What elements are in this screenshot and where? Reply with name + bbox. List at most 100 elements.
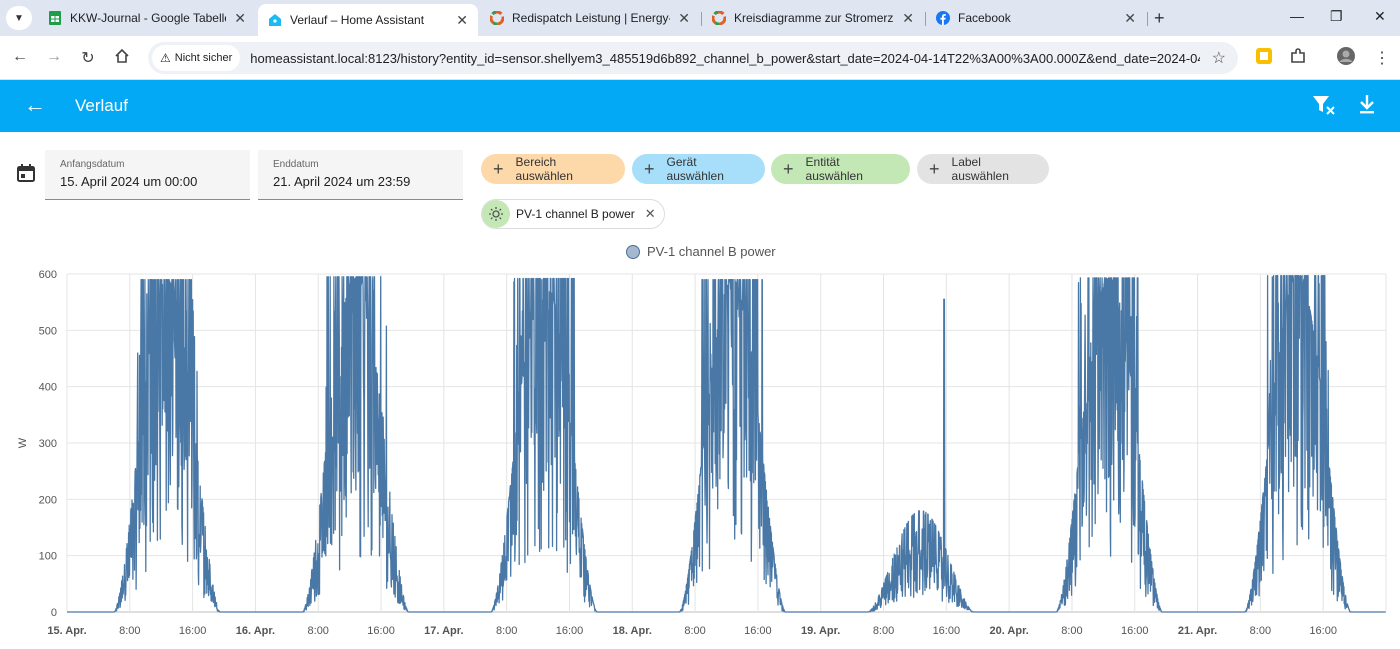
clear-filter-button[interactable] — [1312, 94, 1336, 122]
close-icon[interactable]: ✕ — [902, 10, 914, 27]
remove-entity-icon[interactable]: ✕ — [645, 206, 656, 222]
tab-title: Facebook — [958, 11, 1011, 25]
y-tick-label: 200 — [39, 494, 57, 506]
select-device-chip[interactable]: + Gerät auswählen — [632, 154, 765, 184]
back-button[interactable]: ← — [10, 48, 30, 66]
x-tick-label: 18. Apr. — [613, 625, 652, 637]
close-icon[interactable]: ✕ — [234, 10, 246, 27]
minimize-button[interactable]: — — [1290, 8, 1304, 24]
url-text[interactable]: homeassistant.local:8123/history?entity_… — [250, 51, 1200, 66]
energy-charts-icon — [490, 11, 504, 25]
x-tick-label: 16:00 — [933, 625, 961, 637]
download-button[interactable] — [1358, 94, 1376, 120]
chart-legend[interactable]: PV-1 channel B power — [626, 244, 776, 259]
chip-label: Gerät auswählen — [666, 155, 724, 183]
arrow-right-icon: → — [46, 48, 62, 65]
x-tick-label: 16. Apr. — [236, 625, 275, 637]
arrow-left-icon: ← — [24, 92, 46, 117]
kebab-menu-icon: ⋮ — [1374, 50, 1390, 67]
x-tick-label: 16:00 — [1121, 625, 1149, 637]
calendar-icon[interactable] — [16, 163, 36, 183]
tab-title: Kreisdiagramme zur Stromerz — [734, 11, 894, 25]
x-tick-label: 21. Apr. — [1178, 625, 1217, 637]
select-entity-chip[interactable]: + Entität auswählen — [771, 154, 910, 184]
energy-charts-icon — [712, 11, 726, 25]
download-icon — [1360, 95, 1374, 114]
selected-entity-name: PV-1 channel B power — [516, 207, 635, 221]
maximize-icon: ❐ — [1330, 8, 1343, 24]
close-icon: ✕ — [1374, 8, 1386, 24]
y-tick-label: 300 — [39, 438, 57, 450]
legend-label: PV-1 channel B power — [647, 244, 776, 259]
series-line-pv-1-channel-b-power — [66, 275, 1387, 613]
forward-button[interactable]: → — [44, 48, 64, 66]
browser-tab-4[interactable]: Facebook ✕ — [926, 4, 1146, 32]
plus-icon: + — [1154, 8, 1165, 28]
start-date-value: 15. April 2024 um 00:00 — [60, 174, 198, 189]
browser-tab-strip: ▼ KKW-Journal - Google Tabelle ✕ Verlauf… — [0, 0, 1400, 36]
x-tick-label: 8:00 — [308, 625, 329, 637]
select-label-chip[interactable]: + Label auswählen — [917, 154, 1049, 184]
plus-icon: + — [783, 158, 794, 179]
chip-label: Label auswählen — [951, 155, 1009, 183]
bookmark-star-icon[interactable]: ☆ — [1212, 48, 1226, 68]
reload-button[interactable]: ↻ — [78, 48, 98, 68]
plus-icon: + — [493, 158, 504, 179]
page-title: Verlauf — [75, 96, 128, 115]
y-tick-label: 400 — [39, 382, 57, 394]
tab-search-button[interactable]: ▼ — [6, 6, 32, 30]
back-arrow-button[interactable]: ← — [24, 92, 46, 118]
x-tick-label: 19. Apr. — [801, 625, 840, 637]
x-tick-label: 16:00 — [1309, 625, 1337, 637]
y-tick-label: 500 — [39, 325, 57, 337]
profile-avatar[interactable] — [1336, 46, 1356, 66]
end-date-value: 21. April 2024 um 23:59 — [273, 174, 411, 189]
history-chart[interactable]: 0 100 200 300 400 500 600 15. Apr. 8:00 16:00 16. … — [0, 262, 1400, 649]
x-tick-label: 8:00 — [1061, 625, 1082, 637]
close-icon[interactable]: ✕ — [456, 12, 468, 29]
extensions-puzzle-icon[interactable] — [1288, 46, 1308, 66]
x-tick-label: 15. Apr. — [47, 625, 86, 637]
new-tab-button[interactable]: + — [1154, 8, 1165, 29]
chip-label: Entität auswählen — [805, 155, 863, 183]
browser-tab-2[interactable]: Redispatch Leistung | Energy-C ✕ — [480, 4, 700, 32]
extension-keep-icon[interactable] — [1254, 46, 1274, 66]
sheets-icon — [49, 11, 61, 25]
browser-tab-1[interactable]: Verlauf – Home Assistant ✕ — [258, 4, 478, 36]
security-label: Nicht sicher — [174, 52, 233, 64]
selected-entity-chip[interactable]: PV-1 channel B power ✕ — [481, 199, 665, 229]
y-tick-label: 100 — [39, 551, 57, 563]
x-tick-label: 16:00 — [744, 625, 772, 637]
close-icon[interactable]: ✕ — [678, 10, 690, 27]
browser-menu-button[interactable]: ⋮ — [1372, 48, 1392, 68]
end-date-label: Enddatum — [273, 159, 319, 170]
end-date-field[interactable]: Enddatum 21. April 2024 um 23:59 — [258, 150, 463, 200]
x-tick-label: 16:00 — [367, 625, 395, 637]
home-button[interactable] — [112, 48, 132, 69]
tab-separator — [1147, 12, 1148, 26]
y-tick-label: 0 — [51, 607, 57, 619]
legend-swatch — [626, 244, 640, 259]
x-tick-label: 17. Apr. — [424, 625, 463, 637]
x-tick-label: 16:00 — [556, 625, 584, 637]
select-area-chip[interactable]: + Bereich auswählen — [481, 154, 625, 184]
close-window-button[interactable]: ✕ — [1374, 8, 1386, 25]
chevron-down-icon: ▼ — [14, 12, 24, 24]
solar-power-icon — [482, 200, 510, 228]
arrow-left-icon: ← — [12, 48, 28, 65]
x-tick-label: 16:00 — [179, 625, 207, 637]
tab-title: KKW-Journal - Google Tabelle — [70, 11, 227, 25]
omnibox[interactable]: ⚠ Nicht sicher homeassistant.local:8123/… — [148, 42, 1238, 74]
browser-tab-3[interactable]: Kreisdiagramme zur Stromerz ✕ — [702, 4, 924, 32]
close-icon[interactable]: ✕ — [1124, 10, 1136, 27]
filter-remove-icon — [1313, 96, 1335, 115]
y-tick-label: 600 — [39, 269, 57, 281]
start-date-field[interactable]: Anfangsdatum 15. April 2024 um 00:00 — [45, 150, 250, 200]
browser-tab-0[interactable]: KKW-Journal - Google Tabelle ✕ — [38, 4, 256, 32]
minimize-icon: — — [1290, 8, 1304, 24]
maximize-button[interactable]: ❐ — [1330, 8, 1343, 25]
x-tick-label: 8:00 — [684, 625, 705, 637]
security-indicator[interactable]: ⚠ Nicht sicher — [152, 45, 241, 71]
chip-label: Bereich auswählen — [515, 155, 573, 183]
warning-icon: ⚠ — [160, 51, 171, 65]
